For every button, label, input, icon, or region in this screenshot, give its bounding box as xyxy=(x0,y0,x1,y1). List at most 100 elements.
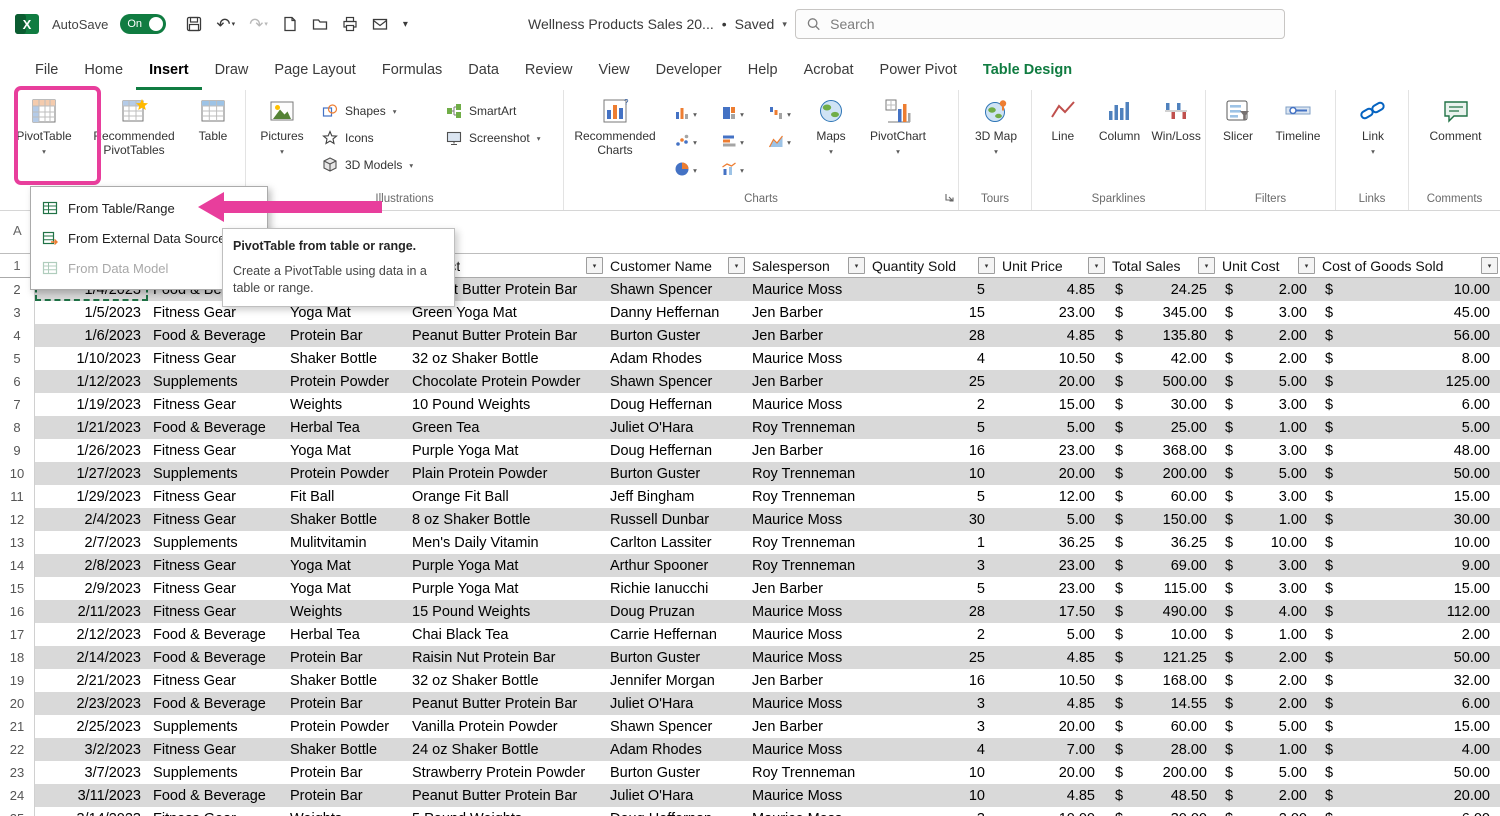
cell[interactable]: Fitness Gear xyxy=(148,577,285,600)
cell[interactable]: 2/21/2023 xyxy=(35,669,148,692)
row-number[interactable]: 11 xyxy=(0,485,35,508)
cell[interactable]: 1/19/2023 xyxy=(35,393,148,416)
cell[interactable]: Shaker Bottle xyxy=(285,738,407,761)
cell[interactable]: $121.25 xyxy=(1107,646,1217,669)
combo-chart-button[interactable]: ▾ xyxy=(709,155,756,183)
cell[interactable]: Mulitvitamin xyxy=(285,531,407,554)
comment-button[interactable]: Comment xyxy=(1421,92,1491,189)
filter-button[interactable]: ▾ xyxy=(1088,257,1105,274)
cell[interactable]: Supplements xyxy=(148,462,285,485)
cell[interactable]: Protein Bar xyxy=(285,692,407,715)
cell[interactable]: $5.00 xyxy=(1217,761,1317,784)
cell[interactable]: 5 xyxy=(867,278,997,301)
cell[interactable]: $5.00 xyxy=(1217,370,1317,393)
cell[interactable]: $15.00 xyxy=(1317,715,1500,738)
cell[interactable]: $3.00 xyxy=(1217,485,1317,508)
cell[interactable]: Supplements xyxy=(148,715,285,738)
cell[interactable]: $5.00 xyxy=(1217,715,1317,738)
cell[interactable]: Raisin Nut Protein Bar xyxy=(407,646,605,669)
cell[interactable]: Danny Heffernan xyxy=(605,301,747,324)
row-number[interactable]: 19 xyxy=(0,669,35,692)
cell[interactable]: Doug Heffernan xyxy=(605,393,747,416)
row-number[interactable]: 3 xyxy=(0,301,35,324)
slicer-button[interactable]: Slicer xyxy=(1210,92,1266,189)
cell[interactable]: Shaker Bottle xyxy=(285,347,407,370)
cell[interactable]: 1/6/2023 xyxy=(35,324,148,347)
hierarchy-chart-button[interactable]: ▾ xyxy=(709,99,756,127)
cell[interactable]: 16 xyxy=(867,669,997,692)
cell[interactable]: Doug Heffernan xyxy=(605,439,747,462)
cell[interactable]: 23.00 xyxy=(997,439,1107,462)
cell[interactable]: 3/7/2023 xyxy=(35,761,148,784)
waterfall-chart-button[interactable]: ▾ xyxy=(756,99,803,127)
cell[interactable]: 8 oz Shaker Bottle xyxy=(407,508,605,531)
cell[interactable]: $2.00 xyxy=(1217,347,1317,370)
screenshot-button[interactable]: Screenshot ▾ xyxy=(438,124,558,151)
maps-button[interactable]: Maps ▾ xyxy=(803,92,859,189)
cell[interactable]: $32.00 xyxy=(1317,669,1500,692)
cell[interactable]: 36.25 xyxy=(997,531,1107,554)
cell[interactable]: 5 xyxy=(867,416,997,439)
cell[interactable]: Roy Trenneman xyxy=(747,485,867,508)
cell[interactable]: 3 xyxy=(867,807,997,816)
timeline-button[interactable]: Timeline xyxy=(1266,92,1330,189)
cell[interactable]: Juliet O'Hara xyxy=(605,416,747,439)
cell[interactable]: Weights xyxy=(285,600,407,623)
cell[interactable]: 12.00 xyxy=(997,485,1107,508)
cell[interactable]: Yoga Mat xyxy=(285,439,407,462)
cell[interactable]: 7.00 xyxy=(997,738,1107,761)
cell[interactable]: Jen Barber xyxy=(747,669,867,692)
cell[interactable]: $1.00 xyxy=(1217,738,1317,761)
cell[interactable]: 3 xyxy=(867,715,997,738)
tab-data[interactable]: Data xyxy=(455,52,512,90)
cell[interactable]: Maurice Moss xyxy=(747,393,867,416)
cell[interactable]: $9.00 xyxy=(1317,554,1500,577)
filter-button[interactable]: ▾ xyxy=(1481,257,1498,274)
dialog-launcher-icon[interactable] xyxy=(944,189,954,207)
cell[interactable]: $50.00 xyxy=(1317,646,1500,669)
cell[interactable]: Green Tea xyxy=(407,416,605,439)
new-document-button[interactable] xyxy=(282,16,298,32)
cell[interactable]: Maurice Moss xyxy=(747,600,867,623)
cell[interactable]: 20.00 xyxy=(997,715,1107,738)
cell[interactable]: 2/12/2023 xyxy=(35,623,148,646)
cell[interactable]: Strawberry Protein Powder xyxy=(407,761,605,784)
redo-button[interactable]: ↷ ▾ xyxy=(249,16,268,33)
row-number[interactable]: 16 xyxy=(0,600,35,623)
row-number[interactable]: 4 xyxy=(0,324,35,347)
cell[interactable]: Food & Beverage xyxy=(148,324,285,347)
cell[interactable]: $1.00 xyxy=(1217,623,1317,646)
pie-chart-button[interactable]: ▾ xyxy=(662,155,709,183)
cell[interactable]: Doug Pruzan xyxy=(605,600,747,623)
cell[interactable]: $2.00 xyxy=(1217,324,1317,347)
cell[interactable]: Shaker Bottle xyxy=(285,669,407,692)
cell[interactable]: 20.00 xyxy=(997,761,1107,784)
cell[interactable]: 20.00 xyxy=(997,462,1107,485)
cell[interactable]: 1/27/2023 xyxy=(35,462,148,485)
cell[interactable]: Maurice Moss xyxy=(747,738,867,761)
cell[interactable]: 5.00 xyxy=(997,623,1107,646)
cell[interactable]: $200.00 xyxy=(1107,761,1217,784)
cell[interactable]: 1 xyxy=(867,531,997,554)
cell[interactable]: Fitness Gear xyxy=(148,485,285,508)
cell[interactable]: Yoga Mat xyxy=(285,554,407,577)
cell[interactable]: Protein Bar xyxy=(285,784,407,807)
filter-button[interactable]: ▾ xyxy=(1298,257,1315,274)
cell[interactable]: $3.00 xyxy=(1217,393,1317,416)
smartart-button[interactable]: SmartArt xyxy=(438,97,558,124)
cell[interactable]: Purple Yoga Mat xyxy=(407,554,605,577)
cell[interactable]: Juliet O'Hara xyxy=(605,784,747,807)
cell[interactable]: 28 xyxy=(867,600,997,623)
cell[interactable]: Burton Guster xyxy=(605,761,747,784)
cell[interactable]: Food & Beverage xyxy=(148,692,285,715)
cell[interactable]: Roy Trenneman xyxy=(747,531,867,554)
cell[interactable]: $25.00 xyxy=(1107,416,1217,439)
cell[interactable]: 2 xyxy=(867,393,997,416)
cell[interactable]: 16 xyxy=(867,439,997,462)
cell[interactable]: Shawn Spencer xyxy=(605,370,747,393)
cell[interactable]: Protein Powder xyxy=(285,462,407,485)
cell[interactable]: $5.00 xyxy=(1217,462,1317,485)
cell[interactable]: Fitness Gear xyxy=(148,807,285,816)
cell[interactable]: $10.00 xyxy=(1107,623,1217,646)
cell[interactable]: Maurice Moss xyxy=(747,278,867,301)
